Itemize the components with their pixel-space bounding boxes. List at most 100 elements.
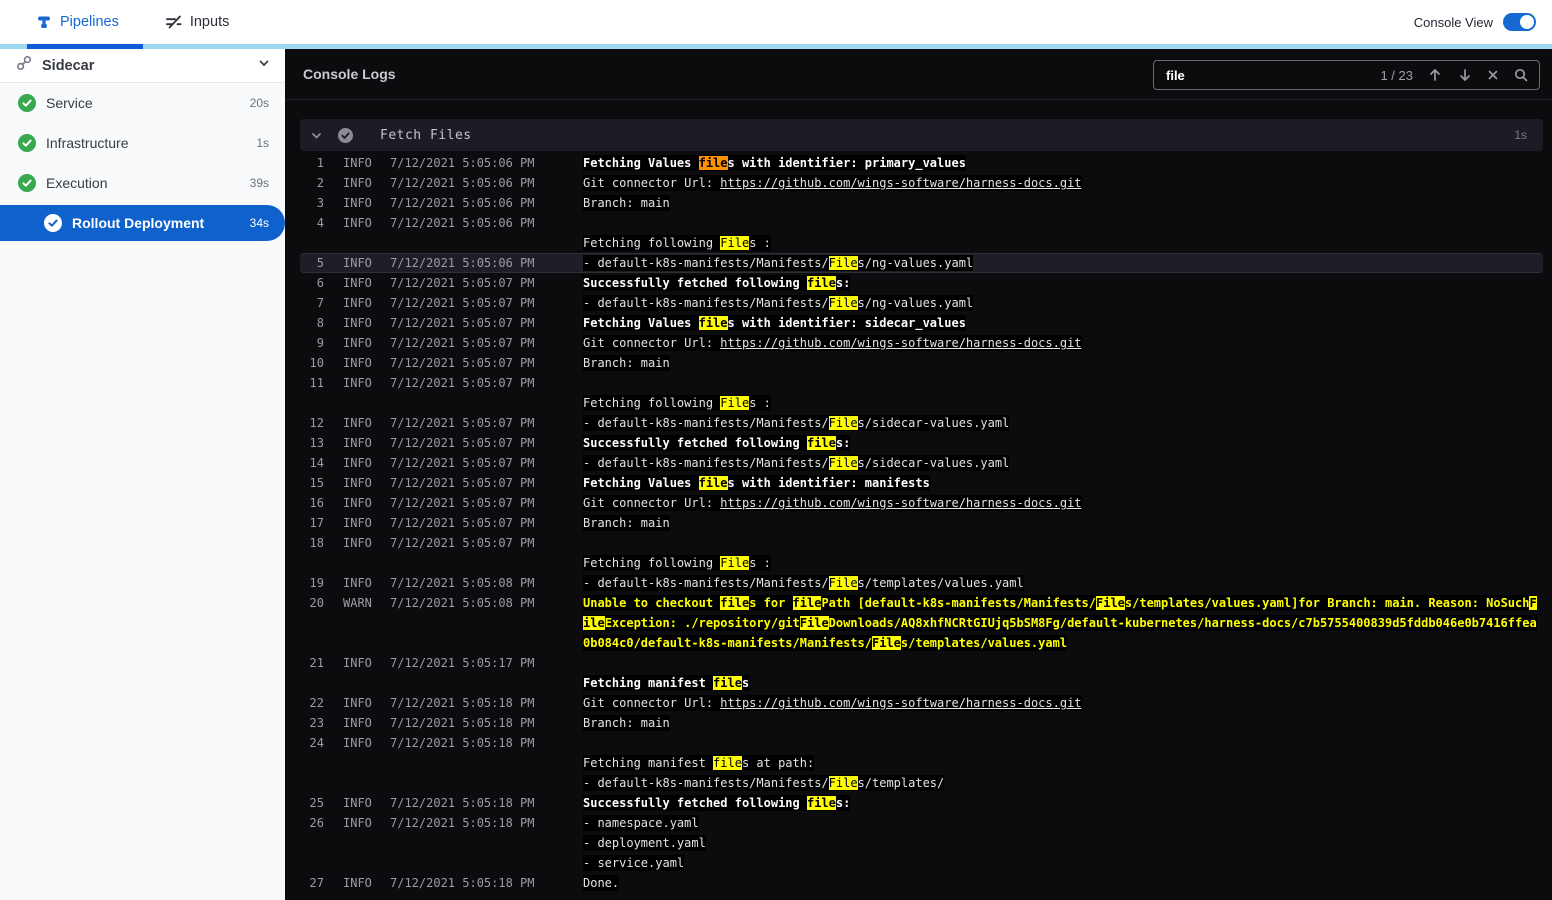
log-timestamp: 7/12/2021 5:05:07 PM [390, 376, 535, 390]
log-line-number: 25 [309, 796, 324, 810]
log-message: - namespace.yaml [583, 813, 1540, 833]
search-match: file [792, 596, 822, 610]
log-text: Path [default-k8s-manifests/Manifests/ [821, 596, 1096, 610]
log-level: INFO [343, 576, 372, 590]
console-header: Console Logs 1 / 23 [285, 49, 1552, 100]
log-message: - deployment.yaml [583, 833, 1540, 853]
log-line: 6 INFO 7/12/2021 5:05:07 PM Successfully fe… [300, 273, 1543, 293]
success-check-icon [18, 134, 36, 152]
log-message: Unable to checkout files for filePath [d… [583, 593, 1540, 653]
log-line-number: 16 [309, 496, 324, 510]
log-text: Fetching Values [583, 316, 699, 330]
sidebar-stage-infrastructure[interactable]: Infrastructure 1s [0, 123, 285, 163]
sidebar-stage-rollout-deployment[interactable]: Rollout Deployment 34s [0, 205, 285, 241]
log-section-fetch-files[interactable]: Fetch Files 1s [300, 119, 1543, 151]
log-line: 3 INFO 7/12/2021 5:05:06 PM Branch: main [300, 193, 1543, 213]
log-level: INFO [343, 736, 372, 750]
log-text: Branch: main [583, 716, 670, 730]
search-input[interactable] [1166, 67, 1367, 83]
previous-match-icon[interactable] [1427, 67, 1443, 83]
log-text: s for [749, 596, 793, 610]
sidebar-stage-service[interactable]: Service 20s [0, 83, 285, 123]
log-message: Git connector Url: https://github.com/wi… [583, 173, 1540, 193]
log-level: INFO [343, 436, 372, 450]
log-message: Fetching following Files : [583, 233, 1540, 253]
log-level: INFO [343, 356, 372, 370]
search-icon[interactable] [1513, 67, 1529, 83]
log-link-url[interactable]: https://github.com/wings-software/harnes… [720, 176, 1081, 190]
tab-inputs[interactable]: Inputs [165, 14, 229, 30]
log-message: Branch: main [583, 713, 1540, 733]
log-line-number: 22 [309, 696, 324, 710]
log-line: - deployment.yaml [300, 833, 1543, 853]
console-panel: Console Logs 1 / 23 [285, 49, 1552, 900]
log-text: s : [749, 236, 771, 250]
tab-pipelines[interactable]: Pipelines [36, 14, 119, 30]
search-match: File [720, 556, 750, 570]
log-level: INFO [343, 876, 372, 890]
log-message: Fetching manifest files at path: [583, 753, 1540, 773]
log-text: s/ng-values.yaml [857, 296, 974, 310]
log-list: 1 INFO 7/12/2021 5:05:06 PM Fetching Values… [300, 153, 1543, 893]
clear-search-icon[interactable] [1487, 69, 1499, 81]
search-match: File [828, 416, 858, 430]
top-navigation-bar: Pipelines Inputs Console View [0, 0, 1552, 44]
section-success-icon [337, 127, 354, 144]
log-text: - default-k8s-manifests/Manifests/ [583, 776, 829, 790]
chevron-down-icon[interactable] [257, 56, 271, 75]
collapse-chevron-icon[interactable] [310, 129, 323, 142]
log-level: INFO [343, 536, 372, 550]
log-timestamp: 7/12/2021 5:05:07 PM [390, 416, 535, 430]
log-line: 27 INFO 7/12/2021 5:05:18 PM Done. [300, 873, 1543, 893]
log-message: Fetching Values files with identifier: p… [583, 153, 1540, 173]
next-match-icon[interactable] [1457, 67, 1473, 83]
log-timestamp: 7/12/2021 5:05:17 PM [390, 656, 535, 670]
log-timestamp: 7/12/2021 5:05:08 PM [390, 596, 535, 610]
log-line-number: 8 [316, 316, 324, 330]
log-line: 20 WARN 7/12/2021 5:05:08 PM Unable to chec… [300, 593, 1543, 653]
log-link-url[interactable]: https://github.com/wings-software/harnes… [720, 696, 1081, 710]
log-line-number: 21 [309, 656, 324, 670]
success-check-icon [18, 94, 36, 112]
log-line-number: 2 [316, 176, 324, 190]
log-level: INFO [343, 496, 372, 510]
log-line: - default-k8s-manifests/Manifests/Files/… [300, 773, 1543, 793]
pipeline-selector[interactable]: Sidecar [0, 49, 285, 83]
log-link-url[interactable]: https://github.com/wings-software/harnes… [720, 336, 1081, 350]
log-line: 7 INFO 7/12/2021 5:05:07 PM - default-k8s-m… [300, 293, 1543, 313]
log-level: INFO [343, 156, 372, 170]
log-timestamp: 7/12/2021 5:05:07 PM [390, 316, 535, 330]
log-timestamp: 7/12/2021 5:05:06 PM [390, 176, 535, 190]
log-line-number: 10 [309, 356, 324, 370]
log-line: 23 INFO 7/12/2021 5:05:18 PM Branch: main [300, 713, 1543, 733]
log-line-number: 15 [309, 476, 324, 490]
log-text: - service.yaml [583, 856, 685, 870]
console-view-toggle[interactable] [1503, 13, 1536, 31]
log-line: 16 INFO 7/12/2021 5:05:07 PM Git connector … [300, 493, 1543, 513]
log-line-number: 5 [316, 256, 324, 270]
log-timestamp: 7/12/2021 5:05:06 PM [390, 156, 535, 170]
log-text: - default-k8s-manifests/Manifests/ [583, 296, 829, 310]
search-match: File [799, 616, 829, 630]
log-timestamp: 7/12/2021 5:05:07 PM [390, 356, 535, 370]
log-text: Git connector Url: [583, 176, 721, 190]
log-message: Branch: main [583, 513, 1540, 533]
log-line-number: 13 [309, 436, 324, 450]
log-line: 19 INFO 7/12/2021 5:05:08 PM - default-k8s-… [300, 573, 1543, 593]
log-message: - default-k8s-manifests/Manifests/Files/… [583, 413, 1540, 433]
log-text: - default-k8s-manifests/Manifests/ [583, 456, 829, 470]
sidebar-stage-execution[interactable]: Execution 39s [0, 163, 285, 203]
log-line: 11 INFO 7/12/2021 5:05:07 PM [300, 373, 1543, 393]
log-level: INFO [343, 276, 372, 290]
search-match: file [713, 676, 742, 690]
log-text: s/sidecar-values.yaml [857, 416, 1010, 430]
log-message: Fetching following Files : [583, 553, 1540, 573]
log-timestamp: 7/12/2021 5:05:07 PM [390, 276, 535, 290]
log-message: Git connector Url: https://github.com/wi… [583, 693, 1540, 713]
log-line-number: 6 [316, 276, 324, 290]
log-text: Done. [583, 876, 620, 890]
search-match: File [828, 776, 858, 790]
log-message: - default-k8s-manifests/Manifests/Files/… [583, 453, 1540, 473]
log-link-url[interactable]: https://github.com/wings-software/harnes… [720, 496, 1081, 510]
log-text: s with identifier: sidecar_values [727, 316, 966, 330]
